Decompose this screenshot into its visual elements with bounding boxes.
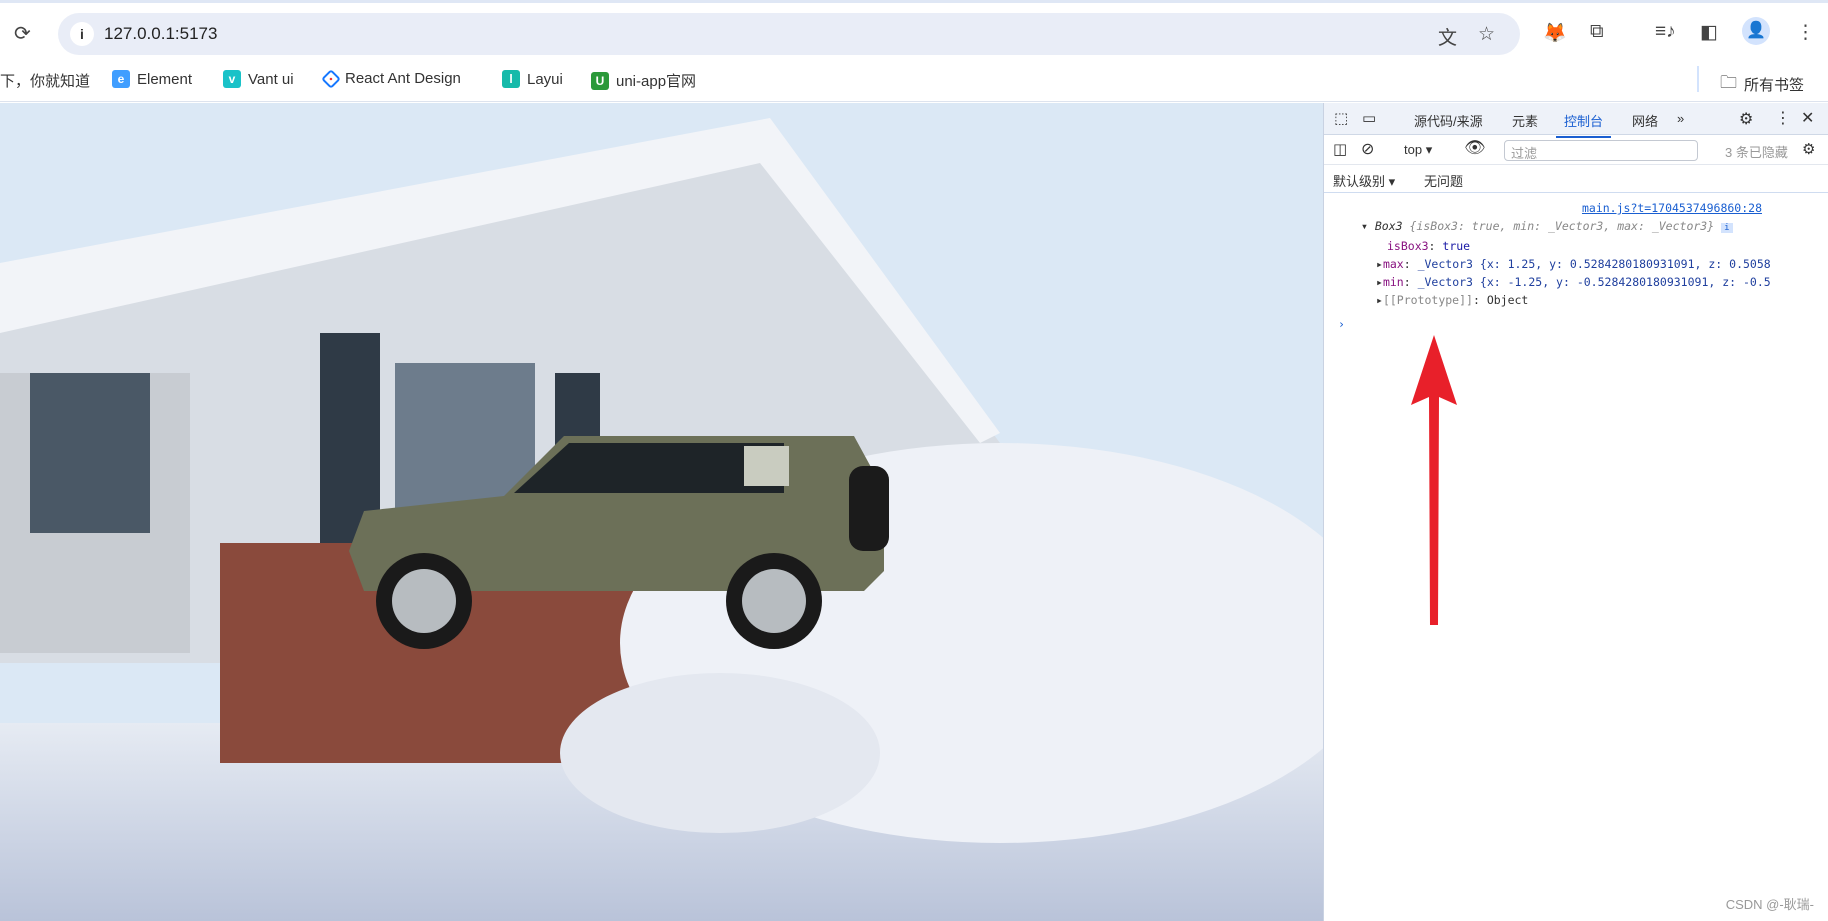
prop-key: isBox3 <box>1387 239 1429 253</box>
prop-key: max <box>1382 257 1404 271</box>
context-selector[interactable]: top ▾ <box>1404 142 1432 158</box>
snowy-bush <box>560 673 880 833</box>
console-prompt[interactable]: › <box>1324 315 1794 333</box>
uniapp-logo-icon: U <box>591 71 609 90</box>
browser-toolbar: ⟳ i 127.0.0.1:5173 文 ☆ 🦊 ⧉ ≡♪ ◧ 👤 ⋮ <box>0 0 1828 58</box>
extensions-icon[interactable]: ⧉ <box>1590 21 1604 43</box>
object-summary: {isBox3: true, min: _Vector3, max: _Vect… <box>1409 219 1715 233</box>
bookmark-label: Layui <box>527 70 563 88</box>
hidden-messages-count: 3 条已隐藏 <box>1725 145 1788 160</box>
red-arrow-annotation <box>1411 335 1457 625</box>
expand-triangle-icon[interactable]: ▸ <box>1376 293 1383 307</box>
expand-triangle-icon[interactable]: ▸ <box>1376 275 1383 289</box>
folder-icon: 🗀 <box>1720 73 1737 92</box>
clear-console-icon[interactable]: ⊘ <box>1361 139 1374 159</box>
console-filter-bar: 默认级别 ▾ 无问题 <box>1324 165 1828 193</box>
sidebar-toggle-icon[interactable]: ◫ <box>1333 140 1347 158</box>
bookmark-label: Vant ui <box>248 70 294 88</box>
source-link[interactable]: main.js?t=1704537496860:28 <box>1324 199 1794 217</box>
prop-min[interactable]: ▸min: _Vector3 {x: -1.25, y: -0.52842801… <box>1324 273 1794 291</box>
rear-rim <box>742 569 806 633</box>
bookmark-label: Element <box>137 70 193 88</box>
antd-logo-icon: • <box>321 68 341 89</box>
info-icon[interactable]: i <box>1721 223 1733 233</box>
side-panel-icon[interactable]: ◧ <box>1700 21 1718 44</box>
bookmark-vant[interactable]: v Vant ui <box>223 70 294 88</box>
translate-icon[interactable]: 文 <box>1438 23 1457 50</box>
layui-logo-icon: l <box>502 70 520 88</box>
object-name: Box3 <box>1374 219 1403 233</box>
all-bookmarks-button[interactable]: 🗀 所有书签 <box>1720 70 1804 99</box>
media-control-icon[interactable]: ≡♪ <box>1655 21 1676 43</box>
bookmark-label: React Ant Design <box>345 70 461 87</box>
inspect-element-icon[interactable]: ⬚ <box>1334 109 1348 127</box>
webgl-canvas[interactable] <box>0 103 1323 921</box>
prop-value: _Vector3 {x: -1.25, y: -0.52842801809310… <box>1417 275 1771 289</box>
prop-key: [[Prototype]] <box>1382 293 1473 307</box>
prop-isbox3: isBox3: true <box>1387 239 1471 253</box>
bookmark-react-ant-design[interactable]: • React Ant Design <box>321 68 461 89</box>
tab-sources[interactable]: 源代码/来源 <box>1414 111 1483 130</box>
prop-key: min <box>1382 275 1404 289</box>
console-toolbar: ◫ ⊘ top ▾ 👁 过滤 3 条已隐藏 ⚙ <box>1324 135 1828 165</box>
prop-value: true <box>1442 239 1471 253</box>
settings-gear-icon[interactable]: ⚙ <box>1739 109 1753 129</box>
all-bookmarks-label: 所有书签 <box>1744 77 1805 94</box>
tab-network[interactable]: 网络 <box>1632 111 1658 130</box>
bookmarks-bar: 下，你就知道 e Element v Vant ui • React Ant Desi… <box>0 58 1828 102</box>
arrow-shape <box>1411 335 1457 625</box>
bookmark-baidu[interactable]: 下，你就知道 <box>0 70 90 91</box>
kebab-menu-icon[interactable]: ⋮ <box>1775 108 1791 128</box>
site-info-icon[interactable]: i <box>70 22 94 46</box>
bookmark-label: 下，你就知道 <box>0 73 91 90</box>
address-bar[interactable]: i 127.0.0.1:5173 文 ☆ <box>58 13 1520 55</box>
front-rim <box>392 569 456 633</box>
prop-prototype[interactable]: ▸[[Prototype]]: Object <box>1324 291 1794 309</box>
window <box>30 373 150 533</box>
filter-input[interactable]: 过滤 <box>1504 140 1698 161</box>
watermark: CSDN @-耿瑞- <box>1725 897 1814 912</box>
log-level-label: 默认级别 <box>1333 174 1386 189</box>
bookmark-label: uni-app官网 <box>616 73 697 90</box>
console-settings-icon[interactable]: ⚙ <box>1802 140 1815 158</box>
prop-value: Object <box>1486 293 1529 307</box>
bookmark-uniapp[interactable]: Uuni-app官网 <box>591 70 696 91</box>
prop-value: _Vector3 {x: 1.25, y: 0.5284280180931091… <box>1417 257 1771 271</box>
box3-object-row[interactable]: ▾ Box3 {isBox3: true, min: _Vector3, max… <box>1324 217 1794 237</box>
expand-triangle-icon[interactable]: ▸ <box>1376 257 1383 271</box>
spare-wheel <box>849 466 889 551</box>
vant-logo-icon: v <box>223 70 241 88</box>
car-side-panel <box>744 446 789 486</box>
menu-kebab-icon[interactable]: ⋮ <box>1796 21 1815 44</box>
divider <box>1697 66 1699 92</box>
issues-button[interactable]: 无问题 <box>1424 171 1463 190</box>
bookmark-element[interactable]: e Element <box>112 70 192 88</box>
tab-elements[interactable]: 元素 <box>1512 111 1538 130</box>
close-icon[interactable]: ✕ <box>1801 108 1814 128</box>
expand-triangle-icon[interactable]: ▾ <box>1361 219 1375 233</box>
car-model <box>349 436 889 649</box>
url-text[interactable]: 127.0.0.1:5173 <box>104 24 217 44</box>
element-logo-icon: e <box>112 70 130 88</box>
console-output: main.js?t=1704537496860:28 ▾ Box3 {isBox… <box>1324 193 1828 333</box>
live-expression-eye-icon[interactable]: 👁 <box>1464 138 1486 158</box>
context-label: top <box>1404 142 1423 157</box>
more-tabs-icon[interactable]: » <box>1677 111 1684 126</box>
bookmark-layui[interactable]: l Layui <box>502 70 563 88</box>
prop-max[interactable]: ▸max: _Vector3 {x: 1.25, y: 0.5284280180… <box>1324 255 1794 273</box>
device-toolbar-icon[interactable]: ▭ <box>1362 109 1376 127</box>
metamask-fox-icon[interactable]: 🦊 <box>1543 21 1567 45</box>
log-level-dropdown[interactable]: 默认级别 ▾ <box>1333 171 1395 190</box>
devtools-tabbar: ⬚ ▭ 源代码/来源 元素 控制台 网络 » ⚙ ⋮ ✕ <box>1324 103 1828 138</box>
tab-console[interactable]: 控制台 <box>1556 111 1612 138</box>
devtools-panel: ⬚ ▭ 源代码/来源 元素 控制台 网络 » ⚙ ⋮ ✕ ◫ ⊘ top ▾ 👁… <box>1323 103 1828 921</box>
profile-avatar-icon[interactable]: 👤 <box>1742 17 1770 45</box>
star-icon[interactable]: ☆ <box>1478 23 1495 46</box>
reload-icon[interactable]: ⟳ <box>14 21 31 46</box>
